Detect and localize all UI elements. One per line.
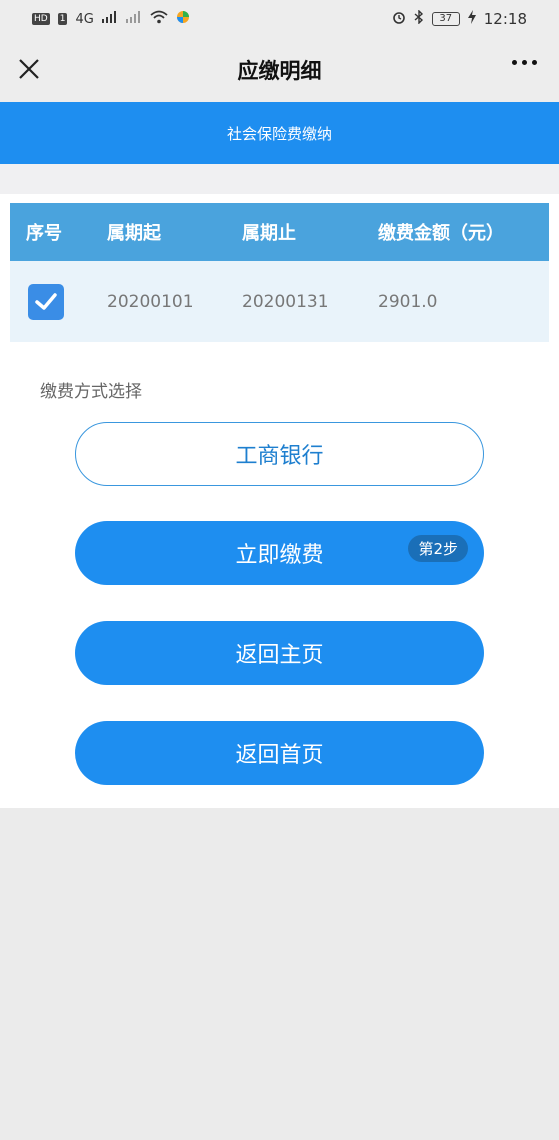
table-header: 序号 属期起 属期止 缴费金额（元） [10, 203, 549, 261]
status-bar: HD 1 4G 37 12:18 [0, 0, 559, 38]
status-left: HD 1 4G [32, 10, 190, 28]
header-banner: 社会保险费缴纳 [0, 102, 559, 164]
nav-bar: 应缴明细 [0, 38, 559, 102]
table-row: 20200101 20200131 2901.0 [10, 261, 549, 342]
row-period-end: 20200131 [242, 291, 329, 312]
row-amount: 2901.0 [378, 291, 438, 312]
app-notification-icon [176, 10, 190, 28]
bluetooth-icon [414, 9, 424, 28]
bank-select-button[interactable]: 工商银行 [75, 422, 484, 486]
alarm-icon [392, 10, 406, 28]
page-title: 应缴明细 [237, 59, 322, 83]
payment-table: 序号 属期起 属期止 缴费金额（元） 20200101 20200131 290… [10, 203, 549, 342]
step-badge: 第2步 [408, 535, 468, 562]
row-period-start: 20200101 [107, 291, 194, 312]
header-period-end: 属期止 [242, 223, 296, 244]
signal-icon [101, 11, 118, 27]
close-button[interactable] [14, 54, 44, 84]
close-icon [19, 59, 39, 79]
back-to-main-label: 返回主页 [235, 643, 324, 668]
banner-title: 社会保险费缴纳 [226, 124, 332, 143]
main-content: 序号 属期起 属期止 缴费金额（元） 20200101 20200131 290… [0, 194, 559, 808]
more-dot-icon [512, 60, 517, 65]
pay-now-label: 立即缴费 [235, 543, 324, 568]
checkmark-icon [35, 292, 57, 310]
more-menu-button[interactable] [512, 60, 537, 65]
hd-badge: HD [32, 13, 50, 25]
more-dot-icon [532, 60, 537, 65]
header-index: 序号 [26, 223, 62, 244]
pay-now-button[interactable]: 立即缴费 第2步 [75, 521, 484, 585]
row-checkbox-cell [10, 283, 107, 320]
status-right: 37 12:18 [392, 9, 527, 28]
divider-strip [0, 164, 559, 194]
signal-2-icon [125, 11, 142, 27]
back-to-main-button[interactable]: 返回主页 [75, 621, 484, 685]
sim-badge: 1 [57, 13, 68, 25]
network-label: 4G [75, 11, 94, 27]
header-period-start: 属期起 [107, 223, 161, 244]
row-checkbox[interactable] [28, 283, 64, 320]
back-to-home-button[interactable]: 返回首页 [75, 721, 484, 785]
charging-icon [467, 10, 476, 28]
back-to-home-label: 返回首页 [235, 743, 324, 768]
more-dot-icon [522, 60, 527, 65]
payment-method-label: 缴费方式选择 [40, 382, 142, 402]
wifi-icon [150, 10, 168, 28]
status-time: 12:18 [483, 10, 527, 28]
battery-icon: 37 [431, 12, 460, 26]
header-amount: 缴费金额（元） [378, 223, 504, 244]
bank-select-label: 工商银行 [235, 444, 324, 469]
